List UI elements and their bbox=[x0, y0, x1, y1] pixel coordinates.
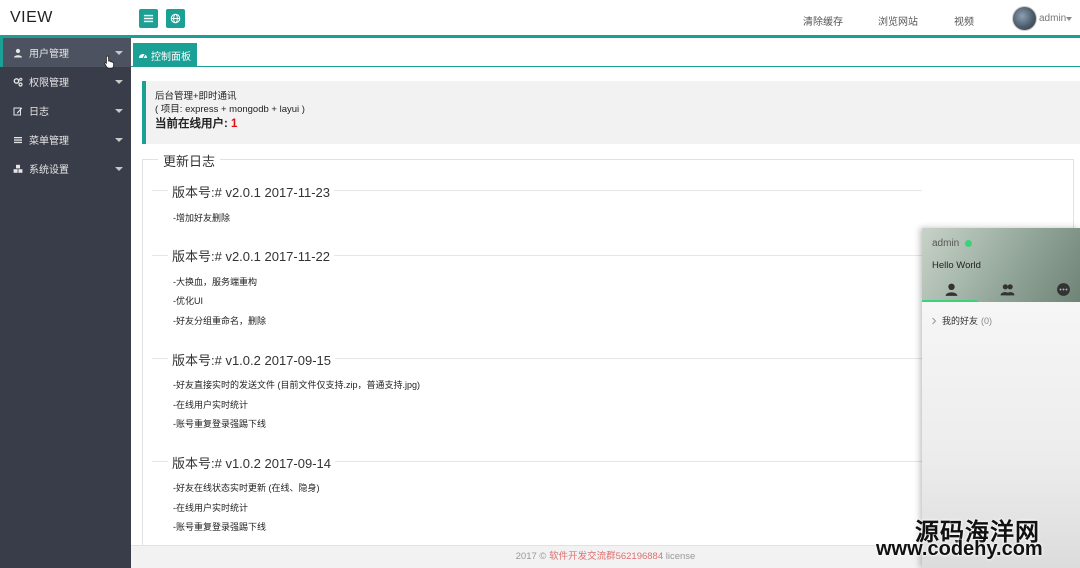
changelog-legend: 更新日志 bbox=[158, 151, 221, 170]
version-title: 版本号:# v1.0.2 2017-09-14 bbox=[168, 453, 335, 472]
sidebar-item-permissions[interactable]: 权限管理 bbox=[0, 67, 131, 96]
footer-year: 2017 © bbox=[515, 551, 547, 562]
chat-tab-friends[interactable] bbox=[942, 280, 960, 298]
sidebar-item-logs[interactable]: 日志 bbox=[0, 96, 131, 125]
chat-tab-history[interactable] bbox=[1054, 280, 1072, 298]
online-status-icon[interactable] bbox=[965, 240, 972, 247]
footer-group-link[interactable]: 软件开发交流群562196884 bbox=[549, 551, 663, 562]
user-icon bbox=[945, 283, 957, 296]
user-icon bbox=[12, 47, 24, 59]
version-title: 版本号:# v1.0.2 2017-09-15 bbox=[168, 350, 335, 369]
sidebar-item-label: 系统设置 bbox=[29, 165, 69, 176]
project-stack: ( 项目: express + mongodb + layui ) bbox=[155, 104, 305, 115]
list-icon bbox=[12, 134, 24, 146]
chevron-down-icon[interactable] bbox=[1066, 17, 1072, 21]
globe-icon bbox=[170, 13, 181, 24]
changelog-entry: -增加好友删除 bbox=[173, 213, 230, 223]
browse-site-link[interactable]: 浏览网站 bbox=[878, 13, 918, 28]
watermark-url: www.codehy.com bbox=[876, 538, 1043, 560]
project-title: 后台管理+即时通讯 bbox=[155, 91, 237, 102]
user-avatar[interactable] bbox=[1012, 6, 1037, 31]
caret-down-icon bbox=[115, 167, 123, 171]
chat-bubble-icon bbox=[1056, 282, 1070, 296]
changelog-entry: -账号重复登录强踢下线 bbox=[173, 419, 266, 429]
changelog-entry: -优化UI bbox=[173, 296, 203, 306]
changelog-entry: -好友在线状态实时更新 (在线、隐身) bbox=[173, 483, 320, 493]
menu-icon bbox=[143, 14, 154, 23]
gears-icon bbox=[12, 76, 24, 88]
friend-group-row[interactable]: 我的好友 (0) bbox=[930, 314, 992, 327]
chat-tab-groups[interactable] bbox=[998, 280, 1016, 298]
sidebar-item-label: 用户管理 bbox=[29, 49, 69, 60]
sidebar-item-label: 日志 bbox=[29, 107, 49, 118]
caret-down-icon bbox=[115, 109, 123, 113]
user-menu-name[interactable]: admin bbox=[1039, 13, 1066, 24]
friend-group-label: 我的好友 bbox=[942, 316, 979, 326]
top-header: VIEW 清除缓存 浏览网站 视频 admin bbox=[0, 0, 1080, 38]
caret-down-icon bbox=[115, 138, 123, 142]
caret-down-icon bbox=[115, 80, 123, 84]
tab-bar: 控制面板 bbox=[131, 41, 1080, 67]
edit-icon bbox=[12, 105, 24, 117]
chat-panel-header: admin Hello World bbox=[922, 228, 1080, 302]
version-title: 版本号:# v2.0.1 2017-11-23 bbox=[168, 182, 335, 201]
sidebar-item-settings[interactable]: 系统设置 bbox=[0, 154, 131, 183]
app-logo[interactable]: VIEW bbox=[10, 9, 53, 27]
online-users-label: 当前在线用户: bbox=[155, 118, 228, 130]
cubes-icon bbox=[12, 163, 24, 175]
sidebar: 用户管理 权限管理 日志 菜单管理 系统设置 bbox=[0, 38, 131, 568]
sidebar-item-label: 权限管理 bbox=[29, 78, 69, 89]
chevron-right-icon bbox=[932, 317, 937, 324]
caret-down-icon bbox=[115, 51, 123, 55]
sidebar-item-menus[interactable]: 菜单管理 bbox=[0, 125, 131, 154]
video-link[interactable]: 视频 bbox=[954, 13, 974, 28]
online-users-text: 当前在线用户: 1 bbox=[155, 116, 1080, 133]
hand-cursor-icon bbox=[104, 55, 114, 69]
changelog-entry: -在线用户实时统计 bbox=[173, 503, 248, 513]
menu-toggle-button[interactable] bbox=[139, 9, 158, 28]
changelog-entry: -账号重复登录强踢下线 bbox=[173, 522, 266, 532]
version-title: 版本号:# v2.0.1 2017-11-22 bbox=[168, 246, 335, 265]
changelog-entry: -在线用户实时统计 bbox=[173, 400, 248, 410]
chat-user-name: admin bbox=[932, 238, 960, 249]
chat-user-signature[interactable]: Hello World bbox=[932, 260, 981, 271]
changelog-entry: -大换血，服务端重构 bbox=[173, 277, 257, 287]
changelog-entry: -好友直接实时的发送文件 (目前文件仅支持.zip，普通支持.jpg) bbox=[173, 380, 421, 390]
online-users-count: 1 bbox=[231, 118, 238, 130]
footer-license[interactable]: license bbox=[666, 551, 696, 562]
friend-group-count: (0) bbox=[981, 315, 993, 326]
group-icon bbox=[1000, 283, 1014, 295]
clear-cache-link[interactable]: 清除缓存 bbox=[803, 13, 843, 28]
globe-button[interactable] bbox=[166, 9, 185, 28]
tab-dashboard[interactable]: 控制面板 bbox=[133, 43, 197, 67]
sidebar-item-label: 菜单管理 bbox=[29, 136, 69, 147]
info-quote-box: 后台管理+即时通讯 ( 项目: express + mongodb + layu… bbox=[142, 81, 1080, 144]
dashboard-icon bbox=[139, 54, 147, 59]
tab-label: 控制面板 bbox=[151, 51, 191, 63]
changelog-entry: -好友分组重命名，删除 bbox=[173, 316, 266, 326]
